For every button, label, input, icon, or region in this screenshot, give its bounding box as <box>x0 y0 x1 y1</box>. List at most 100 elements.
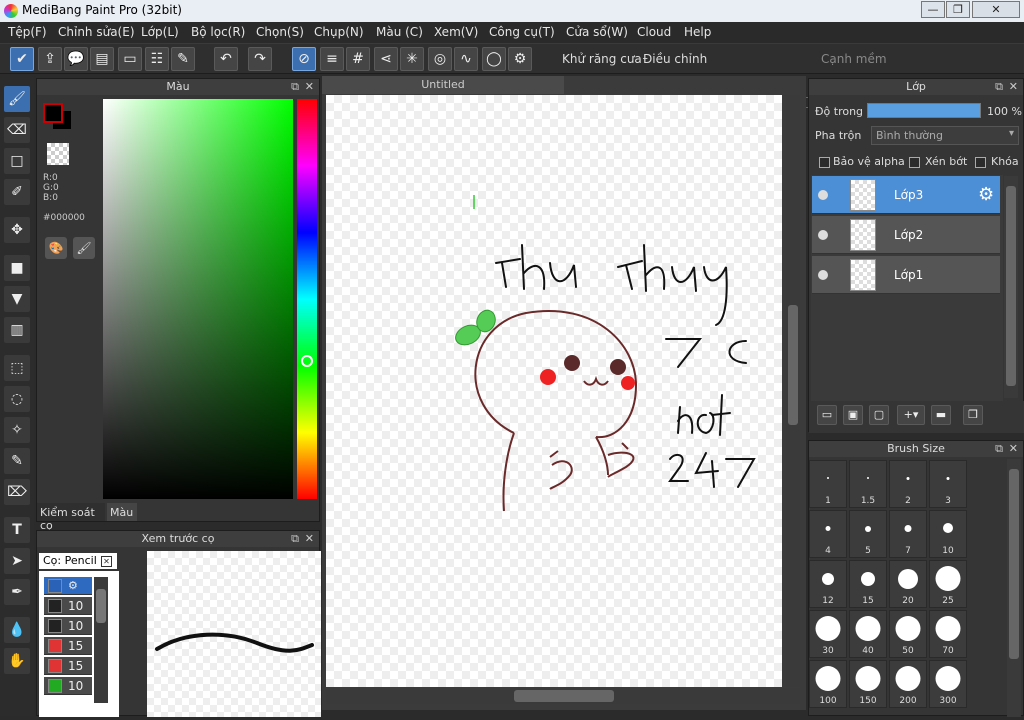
menu-help[interactable]: Help <box>684 25 711 39</box>
brush-size-cell[interactable]: 70 <box>929 610 967 658</box>
share-icon[interactable]: ⇪ <box>38 47 62 71</box>
maximize-button[interactable]: ❐ <box>946 1 970 18</box>
scroll-thumb[interactable] <box>1009 469 1019 659</box>
brush-size-scrollbar[interactable] <box>1007 459 1021 717</box>
layer-row[interactable]: Lớp3 ⚙ <box>812 176 1000 214</box>
scroll-thumb[interactable] <box>96 589 106 623</box>
brush-size-cell[interactable]: 2 <box>889 460 927 508</box>
brush-size-cell[interactable]: 100 <box>809 660 847 708</box>
brush-swatch-row[interactable]: ⚙ <box>44 577 92 595</box>
lasso-tool-icon[interactable]: ◌ <box>4 386 30 412</box>
bucket-tool-icon[interactable]: ▼ <box>4 286 30 312</box>
minimize-button[interactable]: — <box>921 1 945 18</box>
tab-brush-control[interactable]: Kiểm soát cọ <box>37 503 105 532</box>
menu-file[interactable]: Tệp(F) <box>8 25 47 39</box>
radial-guide-icon[interactable]: ✳ <box>400 47 424 71</box>
scroll-thumb[interactable] <box>1006 186 1016 386</box>
brush-size-cell[interactable]: 200 <box>889 660 927 708</box>
brush-swatch-row[interactable]: 10 <box>44 597 92 615</box>
document-tab[interactable]: Untitled <box>322 76 564 94</box>
lock-checkbox[interactable] <box>975 157 986 168</box>
brush-size-cell[interactable]: 1.5 <box>849 460 887 508</box>
comment-icon[interactable]: 💬 <box>64 47 88 71</box>
gear-icon[interactable]: ⚙ <box>978 184 994 205</box>
check-icon[interactable]: ✔ <box>10 47 34 71</box>
palette-edit-icon[interactable]: 🖌 <box>73 237 95 259</box>
gear-icon[interactable]: ⚙ <box>68 579 78 592</box>
close-icon[interactable]: ✕ <box>305 79 314 95</box>
brush-swatch-row[interactable]: 15 <box>44 637 92 655</box>
document-icon[interactable]: ▭ <box>118 47 142 71</box>
close-tab-icon[interactable]: ✕ <box>101 556 112 567</box>
brush-size-cell[interactable]: 30 <box>809 610 847 658</box>
move-tool-icon[interactable]: ✥ <box>4 217 30 243</box>
grid-guide-icon[interactable]: # <box>346 47 370 71</box>
magic-wand-tool-icon[interactable]: ✧ <box>4 417 30 443</box>
visibility-icon[interactable] <box>818 230 828 240</box>
close-icon[interactable]: ✕ <box>1009 79 1018 95</box>
brush-size-cell[interactable]: 15 <box>849 560 887 608</box>
list-icon[interactable]: ☷ <box>145 47 169 71</box>
popout-icon[interactable]: ⧉ <box>291 79 299 95</box>
parallel-guide-icon[interactable]: ≡ <box>320 47 344 71</box>
palette-icon[interactable]: 🎨 <box>45 237 67 259</box>
gradient-tool-icon[interactable]: ▥ <box>4 317 30 343</box>
brush-swatch-row[interactable]: 10 <box>44 617 92 635</box>
brush-size-cell[interactable]: 25 <box>929 560 967 608</box>
folder-icon[interactable]: ▬ <box>931 405 951 425</box>
hue-slider[interactable] <box>297 99 317 499</box>
menu-select[interactable]: Chọn(S) <box>256 25 304 39</box>
menu-filter[interactable]: Bộ lọc(R) <box>191 25 245 39</box>
brush-swatch-row[interactable]: 15 <box>44 657 92 675</box>
brush-size-cell[interactable]: 5 <box>849 510 887 558</box>
visibility-icon[interactable] <box>818 190 828 200</box>
popout-icon[interactable]: ⧉ <box>291 531 299 547</box>
rectangle-tool-icon[interactable]: □ <box>4 148 30 174</box>
brush-size-cell[interactable]: 300 <box>929 660 967 708</box>
perspective-guide-icon[interactable]: ⋖ <box>374 47 398 71</box>
redo-button[interactable]: ↷ <box>248 47 272 71</box>
brush-size-cell[interactable]: 4 <box>809 510 847 558</box>
clip-checkbox[interactable] <box>909 157 920 168</box>
menu-color[interactable]: Màu (C) <box>376 25 423 39</box>
text-tool-icon[interactable]: T <box>4 517 30 543</box>
brush-size-cell[interactable]: 12 <box>809 560 847 608</box>
select-pen-tool-icon[interactable]: ✎ <box>4 448 30 474</box>
layer-row[interactable]: Lớp1 <box>812 256 1000 294</box>
select-rect-tool-icon[interactable]: ⬚ <box>4 355 30 381</box>
duplicate-layer-icon[interactable]: ❐ <box>963 405 983 425</box>
menu-edit[interactable]: Chỉnh sửa(E) <box>58 25 135 39</box>
canvas-horizontal-scrollbar[interactable] <box>326 688 800 704</box>
brush-size-cell[interactable]: 150 <box>849 660 887 708</box>
scroll-thumb[interactable] <box>514 690 614 702</box>
canvas-vertical-scrollbar[interactable] <box>786 95 800 687</box>
popout-icon[interactable]: ⧉ <box>995 441 1003 457</box>
chat-icon[interactable]: ▤ <box>90 47 114 71</box>
layer-row[interactable]: Lớp2 <box>812 216 1000 254</box>
drawing-canvas[interactable] <box>326 95 782 687</box>
dot-brush-tool-icon[interactable]: ✐ <box>4 179 30 205</box>
saturation-value-picker[interactable] <box>103 99 293 499</box>
close-icon[interactable]: ✕ <box>305 531 314 547</box>
eraser-tool-icon[interactable]: ⌫ <box>4 117 30 143</box>
menu-tools[interactable]: Công cụ(T) <box>489 25 555 39</box>
no-guide-icon[interactable]: ⊘ <box>292 47 316 71</box>
brush-tool-icon[interactable]: 🖌 <box>4 86 30 112</box>
menu-cloud[interactable]: Cloud <box>637 25 671 39</box>
fill-rect-tool-icon[interactable]: ■ <box>4 255 30 281</box>
brush-list-scrollbar[interactable] <box>94 577 108 703</box>
select-eraser-tool-icon[interactable]: ⌦ <box>4 479 30 505</box>
brush-swatch-row[interactable]: 10 <box>44 677 92 695</box>
new-layer-icon[interactable]: ▭ <box>817 405 837 425</box>
menu-view[interactable]: Xem(V) <box>434 25 478 39</box>
brush-size-cell[interactable]: 7 <box>889 510 927 558</box>
undo-button[interactable]: ↶ <box>214 47 238 71</box>
brush-size-cell[interactable]: 1 <box>809 460 847 508</box>
ellipse-guide-icon[interactable]: ◯ <box>482 47 506 71</box>
menu-window[interactable]: Cửa sổ(W) <box>566 25 628 39</box>
add-layer-menu-icon[interactable]: +▾ <box>897 405 925 425</box>
brush-size-cell[interactable]: 50 <box>889 610 927 658</box>
hand-tool-icon[interactable]: ✋ <box>4 648 30 674</box>
close-icon[interactable]: ✕ <box>1009 441 1018 457</box>
concentric-guide-icon[interactable]: ◎ <box>428 47 452 71</box>
